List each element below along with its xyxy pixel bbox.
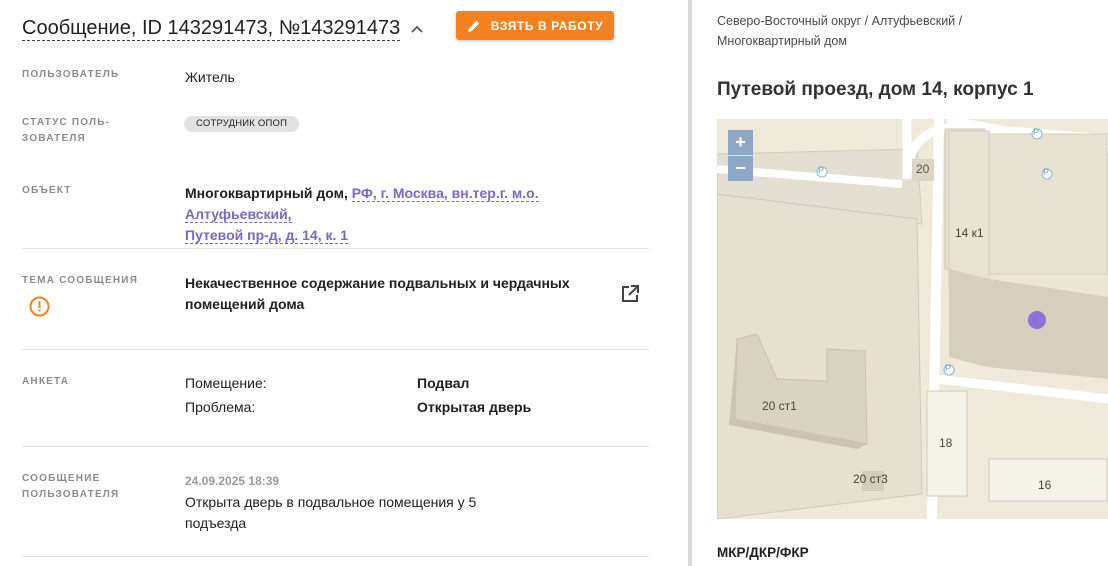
survey-label: АНКЕТА	[22, 376, 70, 387]
status-label-line1: СТАТУС ПОЛЬ-	[22, 117, 111, 128]
map-label: 14 к1	[955, 226, 984, 240]
survey-value: Открытая дверь	[417, 399, 532, 415]
breadcrumb: Северо-Восточный округ / Алтуфьевский / …	[717, 11, 1017, 51]
survey-key: Помещение:	[185, 375, 267, 391]
parking-icon: P	[818, 165, 825, 175]
user-message-label-line2: ПОЛЬЗОВАТЕЛЯ	[22, 489, 120, 500]
message-line1: Открыта дверь в подвальное помещения у 5	[185, 494, 477, 510]
breadcrumb-line1[interactable]: Северо-Восточный округ / Алтуфьевский /	[717, 11, 1017, 31]
zoom-in-button[interactable]: +	[728, 130, 753, 155]
user-value: Житель	[185, 69, 235, 85]
map-label: 18	[939, 436, 953, 450]
user-message-label-line1: СООБЩЕНИЕ	[22, 473, 101, 484]
take-button-label: ВЗЯТЬ В РАБОТУ	[490, 18, 604, 33]
survey-key: Проблема:	[185, 399, 256, 415]
topic-label: ТЕМА СООБЩЕНИЯ	[22, 275, 139, 286]
status-badge: СОТРУДНИК ОПОП	[184, 116, 300, 132]
take-to-work-button[interactable]: ВЗЯТЬ В РАБОТУ	[456, 11, 614, 40]
topic-line1: Некачественное содержание подвальных и ч…	[185, 275, 570, 291]
topic-line2: помещений дома	[185, 296, 305, 312]
map-canvas	[717, 119, 1108, 519]
divider	[22, 446, 649, 447]
parking-icon: P	[1043, 167, 1050, 177]
message-title[interactable]: Сообщение, ID 143291473, №143291473	[22, 16, 401, 41]
object-value: Многоквартирный дом, РФ, г. Москва, вн.т…	[185, 183, 645, 246]
pencil-icon	[467, 20, 479, 32]
divider	[22, 248, 649, 249]
zoom-out-button[interactable]: −	[728, 156, 753, 181]
warning-icon	[29, 296, 50, 322]
status-label: СТАТУС ПОЛЬ- ЗОВАТЕЛЯ	[22, 115, 110, 147]
map-label: 20 ст3	[853, 472, 888, 486]
user-message-value: 24.09.2025 18:39 Открыта дверь в подваль…	[185, 471, 605, 534]
status-label-line2: ЗОВАТЕЛЯ	[22, 133, 86, 144]
chevron-up-icon[interactable]	[410, 22, 424, 36]
survey-value: Подвал	[417, 375, 470, 391]
object-label: ОБЪЕКТ	[22, 185, 72, 196]
external-link-icon[interactable]	[620, 284, 640, 309]
address-title: Путевой проезд, дом 14, корпус 1	[717, 79, 1034, 100]
map[interactable]: + − 20 14 к1 20 ст1 18 20 ст3 16 P P P P	[717, 119, 1108, 519]
object-address-link-cont[interactable]: Путевой пр-д, д. 14, к. 1	[185, 227, 349, 244]
divider	[22, 349, 649, 350]
message-line2: подъезда	[185, 515, 247, 531]
message-date: 24.09.2025 18:39	[185, 474, 280, 488]
object-type: Многоквартирный дом,	[185, 185, 348, 201]
location-panel: Северо-Восточный округ / Алтуфьевский / …	[692, 0, 1108, 566]
divider	[22, 556, 649, 557]
parking-icon: P	[945, 363, 952, 373]
user-label: ПОЛЬЗОВАТЕЛЬ	[22, 69, 120, 80]
map-label: 16	[1038, 478, 1052, 492]
map-label: 20	[916, 162, 930, 176]
topic-value: Некачественное содержание подвальных и ч…	[185, 273, 605, 315]
user-message-label: СООБЩЕНИЕ ПОЛЬЗОВАТЕЛЯ	[22, 471, 119, 503]
map-label: 20 ст1	[762, 399, 797, 413]
message-header: Сообщение, ID 143291473, №143291473	[22, 14, 424, 42]
parking-icon: P	[1033, 127, 1040, 137]
section-title: МКР/ДКР/ФКР	[717, 545, 809, 560]
message-panel: Сообщение, ID 143291473, №143291473 ВЗЯТ…	[0, 0, 688, 566]
breadcrumb-line2[interactable]: Многоквартирный дом	[717, 31, 1017, 51]
